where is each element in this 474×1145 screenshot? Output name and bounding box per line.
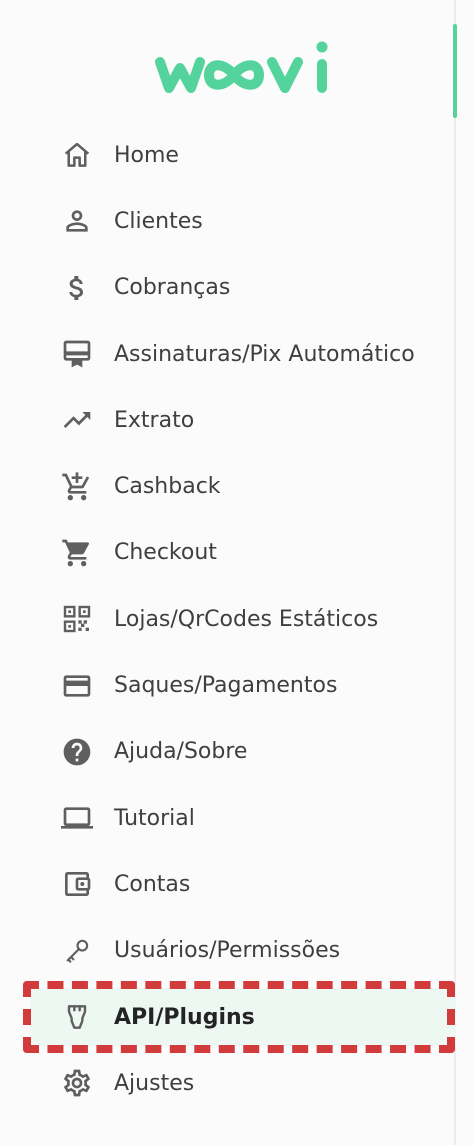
cart-icon: [60, 536, 94, 570]
menu-item-label: Home: [114, 142, 179, 168]
help-icon: [60, 735, 94, 769]
menu-item-label: Saques/Pagamentos: [114, 673, 338, 699]
qr-code-icon: [60, 602, 94, 636]
menu-item-label: Contas: [114, 871, 191, 897]
menu-item-saques[interactable]: Saques/Pagamentos: [0, 652, 462, 718]
menu-item-label: Ajuda/Sobre: [114, 739, 248, 765]
menu-item-contas[interactable]: Contas: [0, 851, 462, 917]
menu-item-label: Extrato: [114, 407, 195, 433]
menu-item-ajustes[interactable]: Ajustes: [0, 1050, 462, 1116]
key-icon: [60, 934, 94, 968]
menu-item-assinaturas[interactable]: Assinaturas/Pix Automático: [0, 321, 462, 387]
menu-item-clientes[interactable]: Clientes: [0, 188, 462, 254]
menu-item-cobrancas[interactable]: Cobranças: [0, 255, 462, 321]
sidebar: Home Clientes Cobranças Assinaturas/Pix …: [0, 0, 462, 1145]
highlight-outline: [23, 981, 455, 1053]
menu-item-home[interactable]: Home: [0, 122, 462, 188]
dollar-icon: [60, 271, 94, 305]
menu-item-cashback[interactable]: Cashback: [0, 453, 462, 519]
trending-up-icon: [60, 403, 94, 437]
cart-add-icon: [60, 470, 94, 504]
menu-item-usuarios[interactable]: Usuários/Permissões: [0, 918, 462, 984]
menu-item-label: Lojas/QrCodes Estáticos: [114, 606, 379, 632]
menu-item-tutorial[interactable]: Tutorial: [0, 785, 462, 851]
credit-card-icon: [60, 669, 94, 703]
menu-item-label: Clientes: [114, 208, 203, 234]
scroll-indicator[interactable]: [453, 24, 457, 118]
menu-item-label: Usuários/Permissões: [114, 938, 341, 964]
menu-item-lojas[interactable]: Lojas/QrCodes Estáticos: [0, 586, 462, 652]
laptop-icon: [60, 801, 94, 835]
menu-item-extrato[interactable]: Extrato: [0, 387, 462, 453]
person-icon: [60, 204, 94, 238]
menu-item-label: Assinaturas/Pix Automático: [114, 341, 415, 367]
main-menu: Home Clientes Cobranças Assinaturas/Pix …: [0, 122, 462, 1116]
gear-icon: [60, 1066, 94, 1100]
card-membership-icon: [60, 337, 94, 371]
menu-item-ajuda[interactable]: Ajuda/Sobre: [0, 719, 462, 785]
menu-item-label: Tutorial: [114, 805, 195, 831]
home-icon: [60, 138, 94, 172]
menu-item-label: Cobranças: [114, 275, 231, 301]
menu-item-label: Checkout: [114, 540, 217, 566]
menu-item-label: Cashback: [114, 474, 221, 500]
menu-item-label: Ajustes: [114, 1070, 195, 1096]
wallet-icon: [60, 867, 94, 901]
menu-item-checkout[interactable]: Checkout: [0, 520, 462, 586]
woovi-logo[interactable]: [154, 40, 340, 96]
